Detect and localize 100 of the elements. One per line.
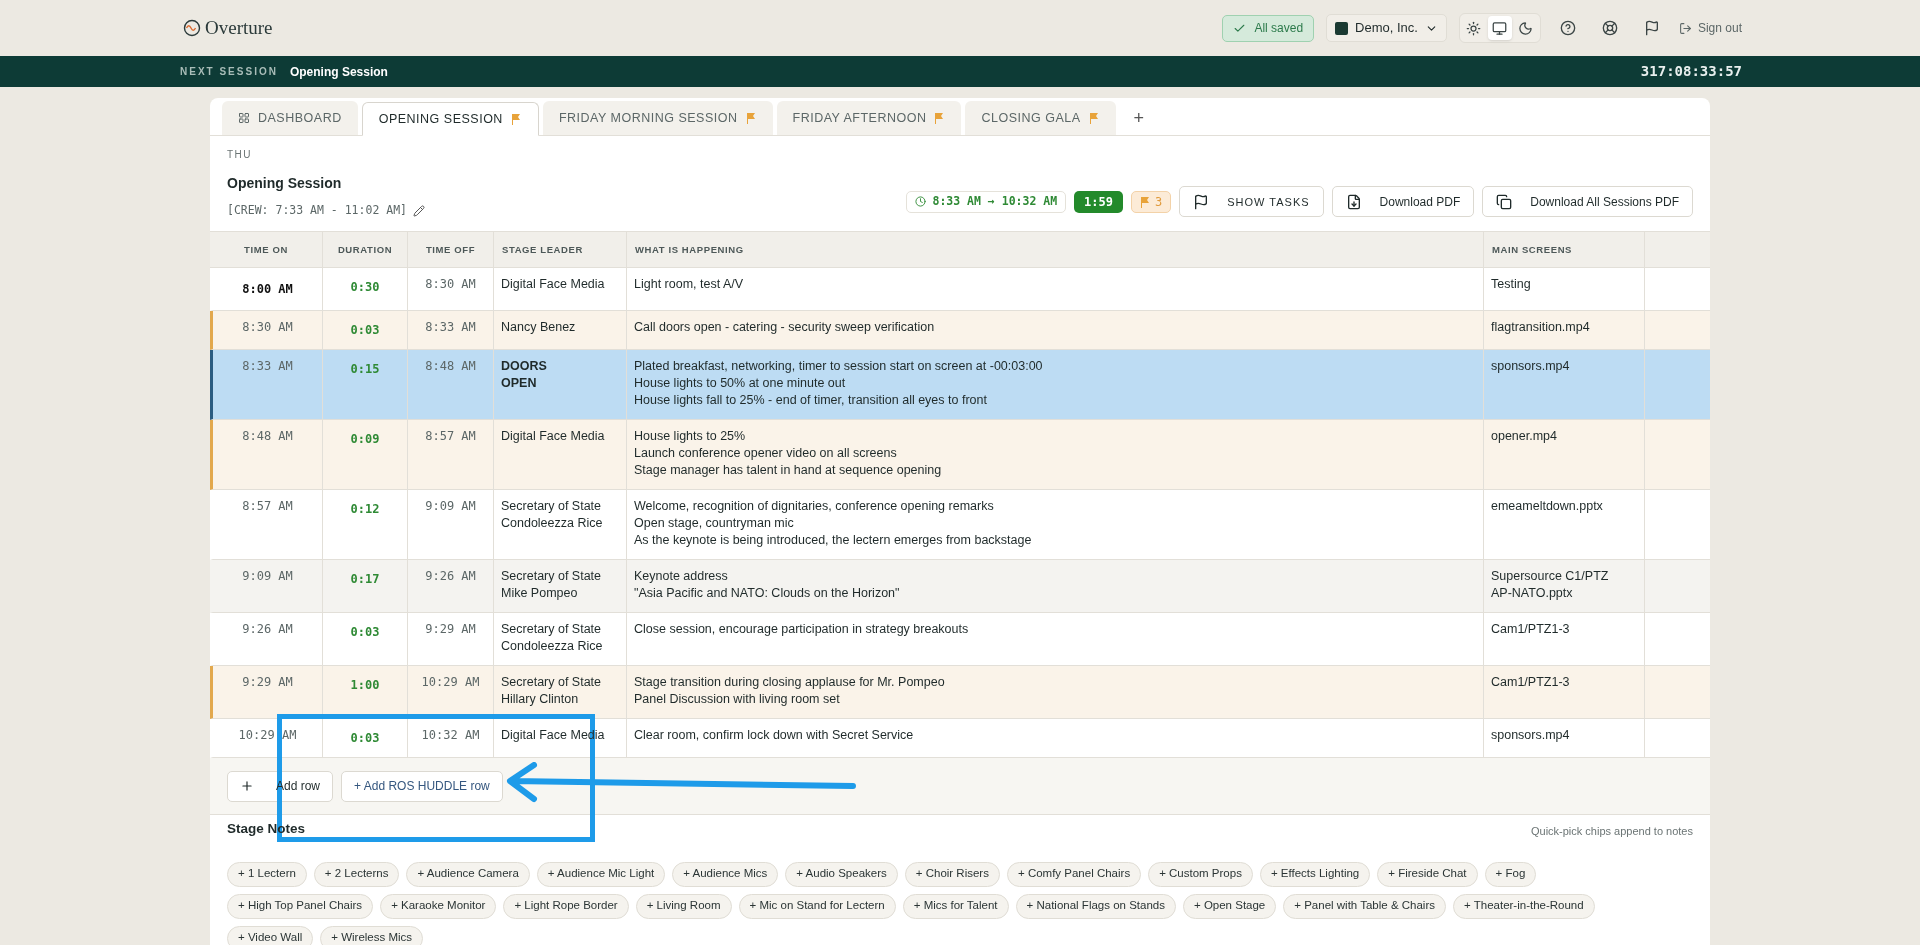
note-chip[interactable]: + Custom Props (1148, 861, 1253, 887)
screen-text: sponsors.mp4 (1491, 727, 1570, 745)
session-tab[interactable]: CLOSING GALA (965, 101, 1116, 135)
column-header: DURATION (323, 232, 408, 268)
stage-leader-text: Secretary of State (501, 568, 602, 586)
session-tab[interactable]: FRIDAY MORNING SESSION (542, 101, 773, 135)
note-chip[interactable]: + Mic on Stand for Lectern (738, 893, 896, 919)
flag-icon (1193, 193, 1210, 210)
activity-text: Plated breakfast, networking, timer to session start on screen at -00:03:00 (634, 358, 1043, 376)
file-download-icon (1345, 193, 1362, 210)
activity-text: Light room, test A/V (634, 276, 744, 294)
sign-out-button[interactable]: Sign out (1678, 19, 1742, 37)
note-chip[interactable]: + Audience Camera (406, 861, 530, 887)
note-chip[interactable]: + National Flags on Stands (1015, 893, 1176, 919)
session-title: Opening Session (227, 174, 343, 193)
note-chip[interactable]: + Audience Mics (672, 861, 779, 887)
note-chip[interactable]: + Audience Mic Light (536, 861, 666, 887)
show-tasks-button[interactable]: SHOW TASKS (1179, 186, 1324, 218)
note-chip[interactable]: + Mics for Talent (902, 893, 1009, 919)
clock-icon (915, 196, 927, 208)
note-chip[interactable]: + Theater-in-the-Round (1453, 893, 1595, 919)
stage-notes-hint: Quick-pick chips append to notes (1530, 824, 1693, 839)
note-chip[interactable]: + Karaoke Monitor (380, 893, 497, 919)
note-chip[interactable]: + Choir Risers (904, 861, 1000, 887)
note-chip[interactable]: + 1 Lectern (227, 861, 307, 887)
schedule-row[interactable]: 8:30 AM 0:03 8:33 AM Nancy Benez Call doors open - catering - security sweep verification flagtransition.mp4 (210, 311, 1710, 351)
organization-dropdown[interactable]: Demo, Inc. (1326, 14, 1447, 42)
note-chip[interactable]: + Video Wall (227, 925, 314, 945)
add-tab-button[interactable]: + (1119, 101, 1159, 135)
app-logo: Overture (205, 15, 273, 40)
crew-time: [CREW: 7:33 AM - 11:02 AM] (227, 202, 407, 219)
time-on-text: 8:30 AM (242, 319, 293, 337)
time-on-text: 8:33 AM (242, 358, 293, 376)
screen-text: opener.mp4 (1491, 428, 1558, 446)
schedule-row[interactable]: 8:00 AM 0:30 8:30 AM Digital Face Media Light room, test A/V Testing (210, 268, 1710, 312)
schedule-row[interactable]: 9:29 AM 1:00 10:29 AM Secretary of State Hillary Clinton Stage transition during closing applause for Mr. Pompeo Panel Discussion with living room set Cam1/PTZ1-3 (210, 666, 1710, 720)
note-chip[interactable]: + 2 Lecterns (313, 861, 400, 887)
edit-icon[interactable] (413, 204, 425, 217)
note-chip[interactable]: + Living Room (635, 893, 732, 919)
session-day: THU (227, 147, 425, 162)
duration-text: 0:03 (350, 624, 380, 642)
duration-text: 0:03 (350, 730, 380, 748)
session-tab[interactable]: FRIDAY AFTERNOON (776, 101, 962, 135)
schedule-row[interactable]: 8:48 AM 0:09 8:57 AM Digital Face Media House lights to 25% Launch conference opener video on all screens Stage manager has talent in hand at sequence opening opener.mp4 (210, 420, 1710, 491)
schedule-row[interactable] (210, 350, 1710, 421)
note-chip[interactable]: + High Top Panel Chairs (227, 893, 374, 919)
stage-leader-text: DOORS (501, 358, 547, 376)
time-off-text: 8:48 AM (425, 358, 476, 376)
note-chip[interactable]: + Comfy Panel Chairs (1006, 861, 1142, 887)
column-header: TIME ON (210, 232, 323, 268)
total-duration-badge: 1:59 (1074, 190, 1123, 213)
download-button[interactable]: Download PDF (1331, 186, 1475, 218)
time-on-text: 10:29 AM (238, 727, 297, 745)
note-chip[interactable]: + Audio Speakers (785, 861, 898, 887)
note-chip[interactable]: + Light Rope Border (503, 893, 629, 919)
stage-leader-text: OPEN (501, 375, 537, 393)
session-tab[interactable]: OPENING SESSION (361, 102, 539, 136)
stage-leader-text: Digital Face Media (501, 428, 605, 446)
note-chip[interactable]: + Fireside Chat (1377, 861, 1478, 887)
stage-leader-text: Condoleezza Rice (501, 515, 603, 533)
copy-icon (1496, 193, 1513, 210)
next-session-name: Opening Session (289, 63, 388, 81)
activity-text: Open stage, countryman mic (634, 515, 794, 533)
duration-text: 0:17 (350, 571, 380, 589)
note-chip[interactable]: + Fog (1484, 861, 1537, 887)
activity-text: Stage transition during closing applause for Mr. Pompeo (634, 674, 945, 692)
stage-leader-text: Condoleezza Rice (501, 638, 603, 656)
activity-text: House lights to 50% at one minute out (634, 375, 846, 393)
activity-text: House lights fall to 25% - end of timer, transition all eyes to front (634, 392, 987, 410)
organization-icon (1335, 21, 1349, 35)
time-off-text: 10:29 AM (421, 674, 480, 692)
theme-button[interactable] (1487, 16, 1512, 40)
plus-icon (240, 779, 254, 794)
schedule-row[interactable]: 9:09 AM 0:17 9:26 AM Secretary of State Mike Pompeo Keynote address "Asia Pacific and NATO: Clouds on the Horizon" Supersource C1/PTZ AP-NATO.pptx (210, 560, 1710, 614)
time-off-text: 8:30 AM (425, 276, 476, 294)
stage-leader-text: Secretary of State (501, 498, 602, 516)
time-off-text: 9:29 AM (425, 621, 476, 639)
activity-text: "Asia Pacific and NATO: Clouds on the Horizon" (634, 585, 900, 603)
note-chip[interactable]: + Open Stage (1182, 893, 1277, 919)
time-off-text: 10:32 AM (421, 727, 480, 745)
schedule-row[interactable]: 9:26 AM 0:03 9:29 AM Secretary of State Condoleezza Rice Close session, encourage participation in strategy breakouts Cam1/PTZ1-3 (210, 613, 1710, 667)
next-session-label: NEXT SESSION (180, 65, 278, 79)
duration-text: 0:12 (350, 501, 380, 519)
download-button[interactable]: Download All Sessions PDF (1482, 186, 1693, 218)
note-chip[interactable]: + Panel with Table & Chairs (1283, 893, 1446, 919)
duration-text: 0:30 (350, 279, 380, 297)
time-on-text: 9:09 AM (242, 568, 293, 586)
note-chip[interactable]: + Effects Lighting (1259, 861, 1371, 887)
time-range-badge: 8:33 AM → 10:32 AM (906, 190, 1067, 213)
stage-leader-text: Secretary of State (501, 621, 602, 639)
time-on-text: 9:26 AM (242, 621, 293, 639)
activity-text: Launch conference opener video on all screens (634, 445, 897, 463)
add-huddle-row-button[interactable]: + Add ROS HUDDLE row (341, 770, 503, 802)
activity-text: As the keynote is being introduced, the lectern emerges from backstage (634, 532, 1032, 550)
time-off-text: 8:33 AM (425, 319, 476, 337)
time-on-text: 8:48 AM (242, 428, 293, 446)
screen-text: flagtransition.mp4 (1491, 319, 1590, 337)
note-chip[interactable]: + Wireless Mics (320, 925, 424, 945)
session-tab[interactable]: DASHBOARD (222, 101, 358, 135)
schedule-row[interactable] (210, 490, 1710, 561)
